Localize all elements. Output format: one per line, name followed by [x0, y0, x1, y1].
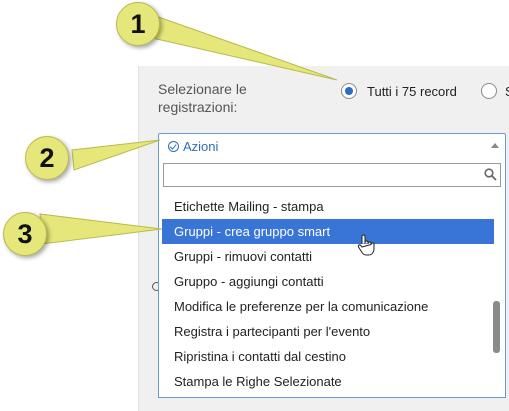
callout-3: 3	[3, 212, 47, 256]
callout-1: 1	[116, 2, 160, 46]
callout-3-pointer	[39, 213, 163, 245]
callout-2-pointer	[71, 139, 161, 171]
callout-pointers	[39, 13, 338, 245]
callout-1-pointer	[149, 13, 338, 81]
callout-2: 2	[25, 136, 69, 180]
